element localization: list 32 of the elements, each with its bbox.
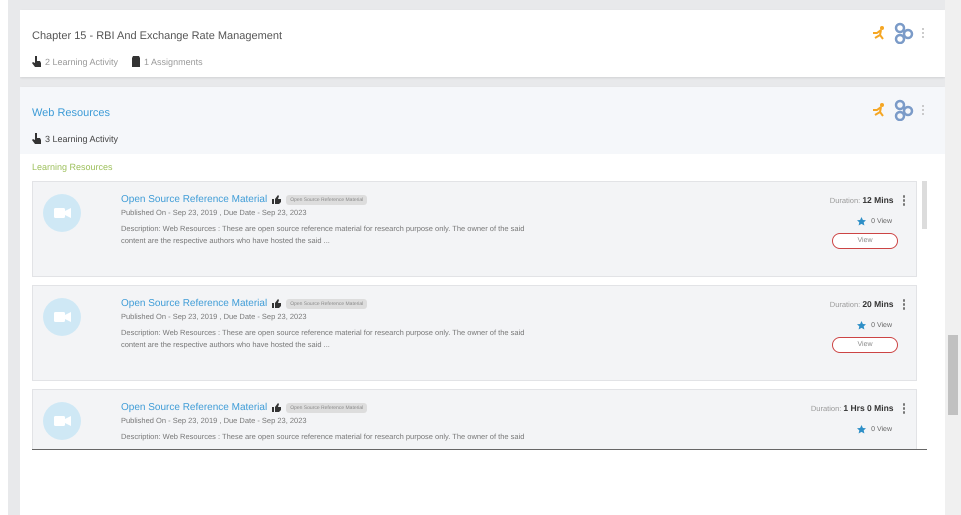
section-label: Learning Resources xyxy=(32,162,114,172)
resource-link[interactable]: Open Source Reference Material xyxy=(121,402,268,413)
scrollbar-thumb[interactable] xyxy=(922,181,927,229)
thumbs-up-icon xyxy=(272,403,282,412)
video-camera-icon xyxy=(43,402,81,440)
resource-link[interactable]: Open Source Reference Material xyxy=(121,194,268,205)
thumbs-up-icon xyxy=(272,299,282,308)
stat-label: 1 Assignments xyxy=(144,56,203,66)
stat-label: 3 Learning Activity xyxy=(45,134,118,144)
hand-pointer-icon xyxy=(32,133,41,144)
more-icon[interactable] xyxy=(920,104,925,116)
running-figure-icon[interactable] xyxy=(870,103,886,117)
document-icon xyxy=(132,56,140,67)
stat-label: 2 Learning Activity xyxy=(45,56,118,66)
more-icon[interactable] xyxy=(902,194,906,206)
gears-icon[interactable] xyxy=(892,99,914,121)
thumbs-up-icon xyxy=(272,195,282,204)
resource-link[interactable]: Open Source Reference Material xyxy=(121,298,268,309)
chapter-title[interactable]: Web Resources xyxy=(32,107,110,119)
chapter-title: Chapter 15 - RBI And Exchange Rate Management xyxy=(32,30,282,42)
gears-icon[interactable] xyxy=(892,22,914,44)
scrollbar-thumb[interactable] xyxy=(948,335,958,415)
more-icon[interactable] xyxy=(902,402,906,414)
more-icon[interactable] xyxy=(902,298,906,310)
star-icon xyxy=(857,320,866,330)
star-icon xyxy=(857,424,866,434)
video-camera-icon xyxy=(43,298,81,336)
hand-pointer-icon xyxy=(32,56,41,67)
more-icon[interactable] xyxy=(920,26,925,40)
video-camera-icon xyxy=(43,194,81,232)
running-figure-icon[interactable] xyxy=(870,26,886,40)
star-icon xyxy=(857,216,866,226)
